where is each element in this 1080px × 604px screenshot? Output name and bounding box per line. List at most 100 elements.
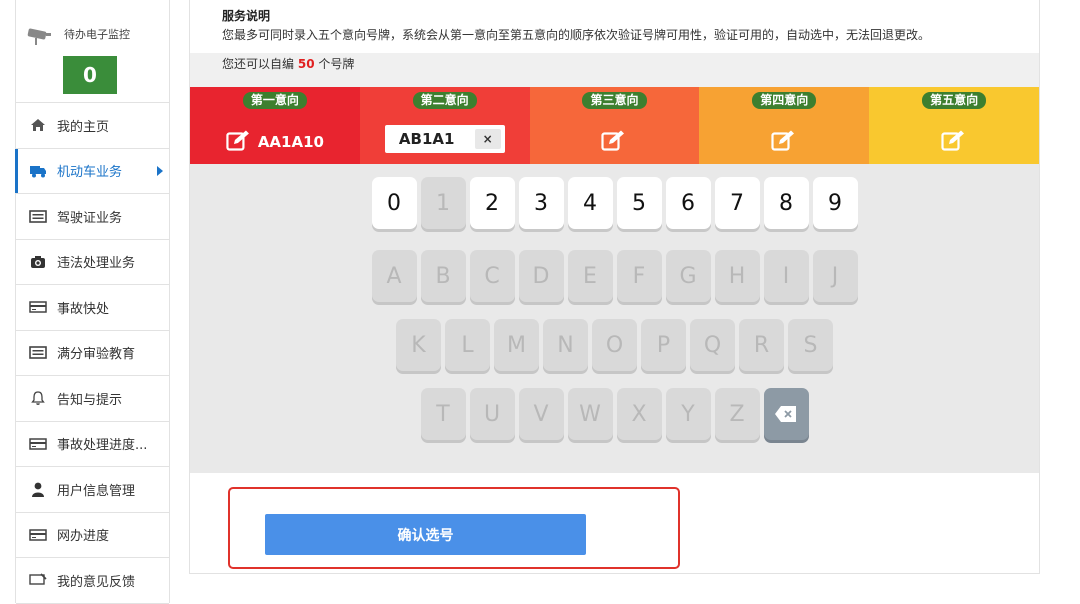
key-r: R	[739, 319, 784, 371]
key-w: W	[567, 388, 613, 440]
key-e: E	[567, 250, 613, 302]
clear-icon[interactable]: ×	[474, 129, 501, 149]
backspace-icon	[775, 406, 796, 422]
sidebar-item-label: 机动车业务	[57, 165, 123, 181]
key-3[interactable]: 3	[518, 177, 564, 229]
key-u: U	[469, 388, 515, 440]
sidebar-item-4[interactable]: 事故快处	[16, 285, 169, 331]
sidebar-item-label: 我的主页	[57, 119, 110, 135]
edit-plate-button[interactable]: AA1A10	[226, 129, 324, 155]
sidebar-item-label: 事故处理进度...	[57, 438, 148, 454]
key-1: 1	[420, 177, 466, 229]
confirm-highlight-box: 确认选号	[228, 487, 680, 569]
edit-plate-button[interactable]	[601, 129, 627, 155]
keyboard-row-3: KLMNOPQRS	[190, 319, 1039, 371]
backspace-key[interactable]	[763, 388, 809, 440]
intention-tag: 第二意向	[412, 92, 477, 109]
intention-tag: 第三意向	[582, 92, 647, 109]
key-z: Z	[714, 388, 760, 440]
key-h: H	[714, 250, 760, 302]
key-0[interactable]: 0	[371, 177, 417, 229]
key-i: I	[763, 250, 809, 302]
edit-icon	[601, 129, 627, 155]
edit-plate-button[interactable]	[771, 129, 797, 155]
sidebar-item-3[interactable]: 违法处理业务	[16, 240, 169, 285]
edit-icon	[941, 129, 967, 155]
key-m: M	[494, 319, 539, 371]
feedback-icon	[29, 572, 47, 588]
sidebar: 待办电子监控 0 我的主页机动车业务驾驶证业务违法处理业务事故快处满分审验教育告…	[15, 0, 170, 604]
monitor-label: 待办电子监控	[64, 28, 130, 41]
pending-monitor-panel[interactable]: 待办电子监控 0	[16, 0, 169, 103]
home-icon	[29, 117, 47, 133]
sidebar-item-8[interactable]: 用户信息管理	[16, 467, 169, 513]
intention-option-3[interactable]: 第三意向	[529, 87, 700, 164]
sidebar-item-9[interactable]: 网办进度	[16, 513, 169, 558]
remaining-plates: 您还可以自编 50 个号牌	[190, 53, 1039, 87]
caret-right-icon	[157, 165, 163, 176]
key-y: Y	[665, 388, 711, 440]
sidebar-item-5[interactable]: 满分审验教育	[16, 331, 169, 376]
key-q: Q	[690, 319, 735, 371]
intention-option-1[interactable]: 第一意向 AA1A10	[190, 87, 360, 164]
key-7[interactable]: 7	[714, 177, 760, 229]
key-6[interactable]: 6	[665, 177, 711, 229]
key-5[interactable]: 5	[616, 177, 662, 229]
key-v: V	[518, 388, 564, 440]
plate-value: AA1A10	[257, 133, 324, 151]
sidebar-item-label: 我的意见反馈	[57, 574, 136, 590]
key-2[interactable]: 2	[469, 177, 515, 229]
plate-input-field[interactable]: AB1A1 ×	[384, 125, 505, 153]
intention-tag: 第五意向	[922, 92, 987, 109]
surveillance-camera-icon	[27, 28, 51, 45]
sidebar-item-6[interactable]: 告知与提示	[16, 376, 169, 422]
sidebar-item-10[interactable]: 我的意见反馈	[16, 558, 169, 604]
key-s: S	[788, 319, 833, 371]
key-p: P	[641, 319, 686, 371]
key-j: J	[812, 250, 858, 302]
sidebar-item-2[interactable]: 驾驶证业务	[16, 194, 169, 240]
key-d: D	[518, 250, 564, 302]
card-icon	[29, 436, 47, 452]
sidebar-item-0[interactable]: 我的主页	[16, 103, 169, 149]
key-b: B	[420, 250, 466, 302]
sidebar-item-label: 事故快处	[57, 301, 110, 317]
intention-option-2[interactable]: 第二意向 AB1A1 ×	[359, 87, 530, 164]
sidebar-item-label: 满分审验教育	[57, 347, 136, 363]
key-n: N	[543, 319, 588, 371]
edit-icon	[226, 129, 252, 155]
key-f: F	[616, 250, 662, 302]
remaining-prefix: 您还可以自编	[222, 57, 295, 71]
service-notice: 服务说明 您最多可同时录入五个意向号牌，系统会从第一意向至第五意向的顺序依次验证…	[190, 0, 1039, 53]
key-4[interactable]: 4	[567, 177, 613, 229]
notice-title: 服务说明	[222, 9, 271, 23]
key-g: G	[665, 250, 711, 302]
plate-input-value: AB1A1	[398, 130, 455, 148]
license-card-icon	[29, 345, 47, 361]
remaining-count: 50	[297, 57, 315, 71]
plate-keyboard: 0123456789 ABCDEFGHIJ KLMNOPQRS TUVWXYZ	[190, 164, 1039, 473]
sidebar-nav: 我的主页机动车业务驾驶证业务违法处理业务事故快处满分审验教育 告知与提示事故处理进…	[15, 103, 169, 604]
truck-icon	[29, 163, 47, 179]
key-9[interactable]: 9	[812, 177, 858, 229]
keyboard-row-4: TUVWXYZ	[190, 388, 1039, 440]
sidebar-item-label: 驾驶证业务	[57, 210, 123, 226]
intention-option-5[interactable]: 第五意向	[869, 87, 1039, 164]
edit-plate-button[interactable]	[941, 129, 967, 155]
key-t: T	[420, 388, 466, 440]
key-l: L	[445, 319, 490, 371]
key-k: K	[396, 319, 441, 371]
sidebar-item-label: 告知与提示	[57, 392, 123, 408]
intention-tag: 第一意向	[242, 92, 307, 109]
confirm-selection-button[interactable]: 确认选号	[265, 514, 586, 555]
intention-options: 第一意向 AA1A10 第二意向 AB1A1 × 第三意向 第四意向 第五意向	[190, 87, 1039, 164]
key-8[interactable]: 8	[763, 177, 809, 229]
key-o: O	[592, 319, 637, 371]
keyboard-row-2: ABCDEFGHIJ	[190, 250, 1039, 302]
keyboard-row-1: 0123456789	[190, 177, 1039, 229]
monitor-count-badge[interactable]: 0	[63, 56, 117, 94]
key-c: C	[469, 250, 515, 302]
intention-option-4[interactable]: 第四意向	[699, 87, 870, 164]
sidebar-item-1[interactable]: 机动车业务	[15, 148, 169, 194]
sidebar-item-7[interactable]: 事故处理进度...	[16, 422, 169, 467]
